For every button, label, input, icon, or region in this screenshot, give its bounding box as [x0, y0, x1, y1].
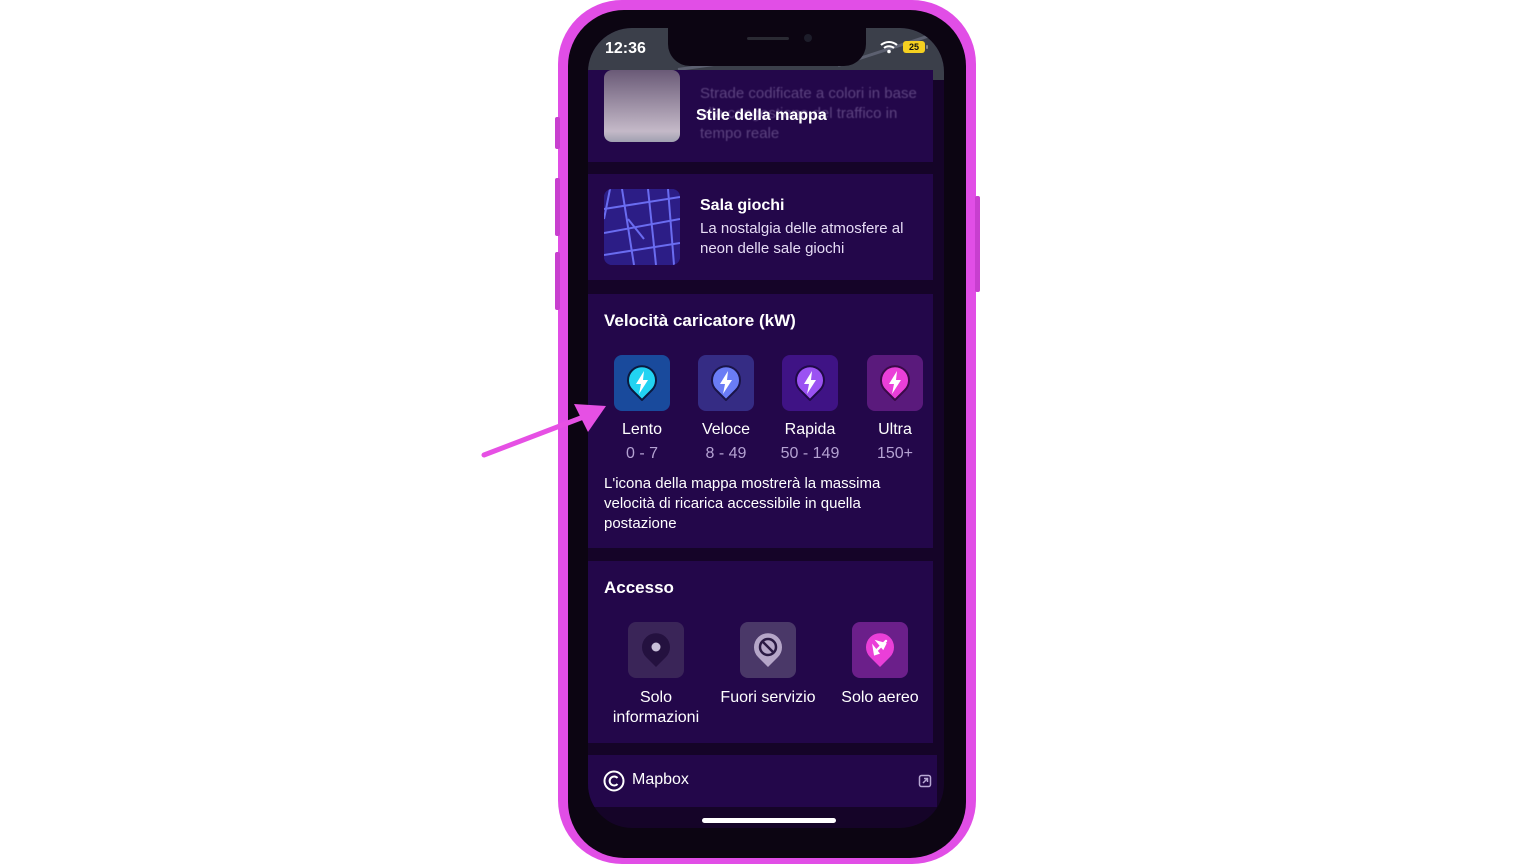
bolt-pin-icon — [795, 365, 825, 401]
arcade-map-icon — [604, 189, 680, 265]
charger-speed-card: Velocità caricatore (kW) Lento 0 - 7 Vel… — [588, 294, 933, 548]
power-button — [975, 196, 980, 292]
annotation-arrow-icon — [481, 404, 606, 458]
charger-speed-rapid[interactable]: Rapida 50 - 149 — [780, 355, 840, 463]
access-airplane-label: Solo aereo — [841, 689, 919, 706]
access-info-only[interactable]: Solo informazioni — [601, 622, 711, 728]
arcade-map-thumbnail — [604, 189, 680, 265]
charger-ultra-range: 150+ — [876, 445, 914, 462]
access-info-label: Solo informazioni — [612, 689, 700, 726]
charger-ultra-label: Ultra — [878, 421, 912, 438]
copyright-icon[interactable] — [603, 770, 625, 792]
mapbox-attribution[interactable]: Mapbox — [632, 771, 689, 789]
map-style-card[interactable]: Strade codificate a colori in base alla … — [588, 70, 933, 162]
charger-rapid-range: 50 - 149 — [780, 445, 840, 462]
access-airplane-tile — [852, 622, 908, 678]
external-link-icon[interactable] — [918, 774, 932, 788]
wifi-icon — [880, 41, 898, 54]
map-attribution-bar: Mapbox — [588, 755, 937, 807]
bolt-pin-icon — [711, 365, 741, 401]
charger-rapid-label: Rapida — [784, 421, 836, 438]
charger-slow-range: 0 - 7 — [625, 445, 658, 462]
prohibited-icon — [754, 633, 782, 667]
charger-speed-title: Velocità caricatore (kW) — [604, 311, 796, 330]
charger-fast-label: Veloce — [701, 421, 751, 438]
arcade-style-title: Sala giochi — [700, 197, 785, 214]
volume-down-button — [555, 252, 560, 310]
arcade-style-description: La nostalgia delle atmosfere al neon del… — [700, 220, 904, 257]
bolt-pin-icon — [880, 365, 910, 401]
home-indicator[interactable] — [702, 818, 836, 823]
notch — [668, 28, 866, 66]
status-time: 12:36 — [605, 40, 646, 57]
charger-ultra-tile — [867, 355, 923, 411]
bolt-pin-icon — [627, 365, 657, 401]
charger-speed-note: L'icona della mappa mostrerà la massima … — [604, 475, 881, 532]
battery-indicator: 25 — [903, 41, 928, 53]
access-out-of-service[interactable]: Fuori servizio — [713, 622, 823, 708]
access-out-of-service-label: Fuori servizio — [720, 689, 816, 706]
access-card: Accesso Solo informazioni Fuori servizio — [588, 561, 933, 743]
airplane-icon — [866, 633, 894, 667]
charger-slow-tile — [614, 355, 670, 411]
charger-speed-ultra[interactable]: Ultra 150+ — [865, 355, 925, 463]
access-title: Accesso — [604, 578, 674, 597]
mute-button — [555, 117, 560, 149]
charger-slow-label: Lento — [621, 421, 663, 438]
charger-fast-range: 8 - 49 — [705, 445, 747, 462]
map-style-thumbnail — [604, 70, 680, 142]
access-airplane-only[interactable]: Solo aereo — [825, 622, 935, 708]
volume-up-button — [555, 178, 560, 236]
phone-screen: Strade codificate a colori in base alla … — [588, 28, 944, 828]
speaker-grille — [747, 37, 789, 40]
arcade-style-card[interactable]: Sala giochi La nostalgia delle atmosfere… — [588, 174, 933, 280]
charger-speed-slow[interactable]: Lento 0 - 7 — [612, 355, 672, 463]
access-out-of-service-tile — [740, 622, 796, 678]
front-camera — [804, 34, 812, 42]
charger-rapid-tile — [782, 355, 838, 411]
charger-speed-fast[interactable]: Veloce 8 - 49 — [696, 355, 756, 463]
access-info-tile — [628, 622, 684, 678]
info-dot-pin-icon — [642, 633, 670, 667]
map-style-title: Stile della mappa — [696, 107, 827, 124]
charger-fast-tile — [698, 355, 754, 411]
